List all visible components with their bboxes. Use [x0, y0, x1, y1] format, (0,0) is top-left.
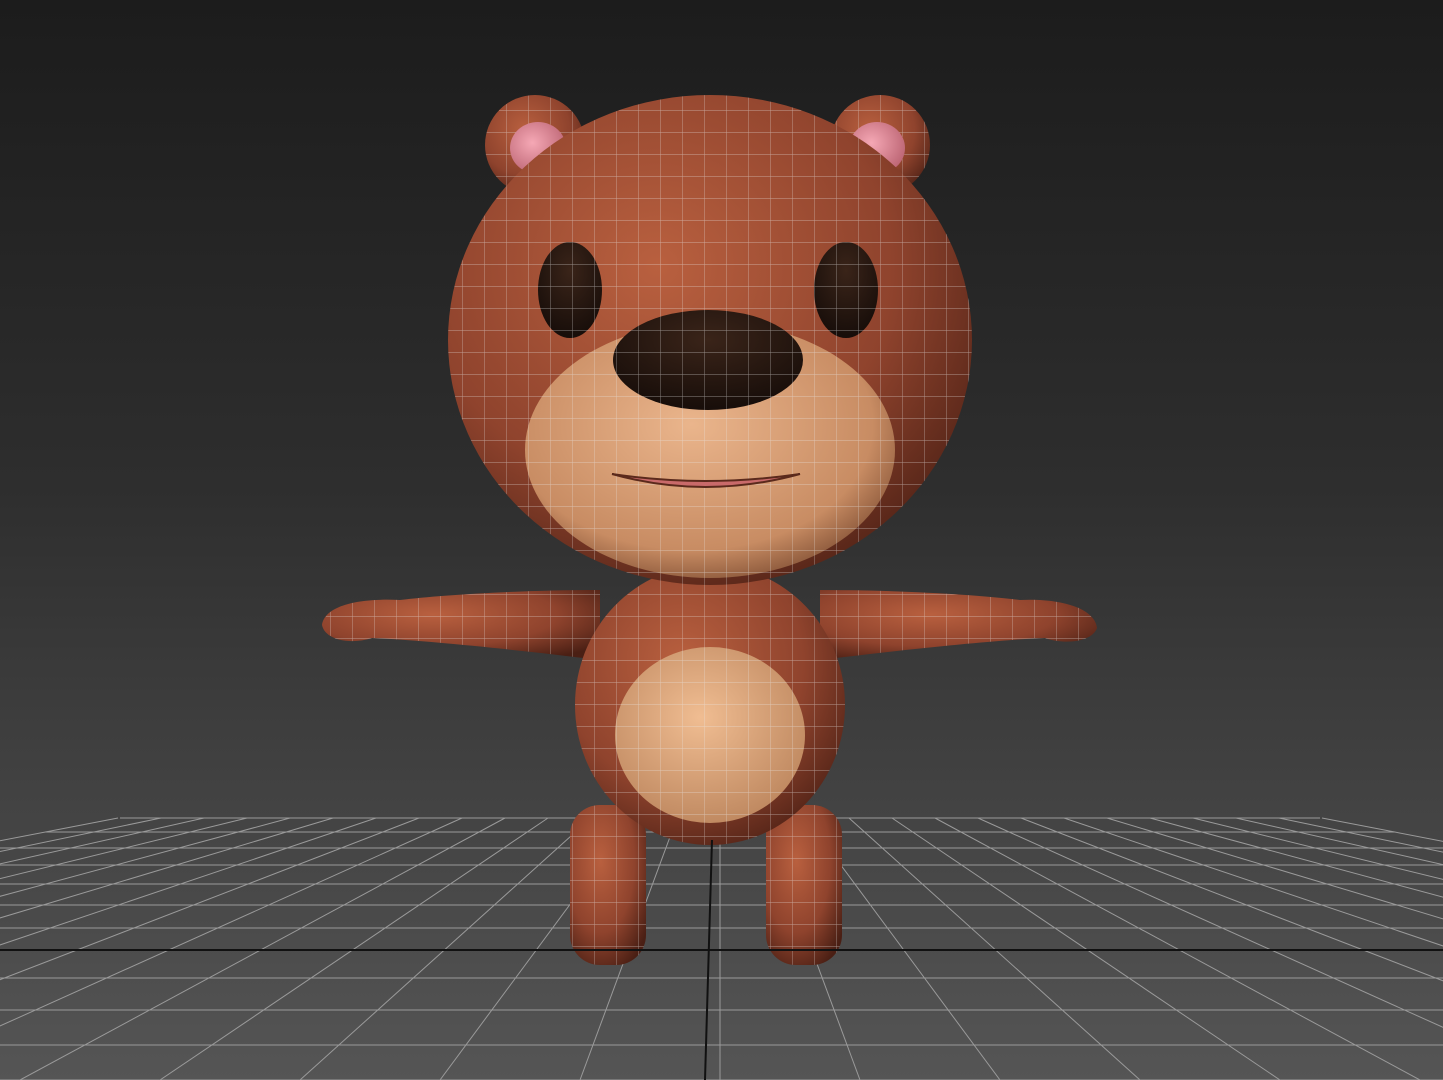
- bear-body: [575, 565, 845, 845]
- world-z-axis: [704, 839, 713, 1080]
- left-arm: [322, 590, 600, 660]
- left-leg: [570, 805, 646, 965]
- bear-model[interactable]: [322, 95, 1097, 965]
- right-leg: [766, 805, 842, 965]
- right-arm: [820, 590, 1097, 660]
- viewport-canvas[interactable]: [0, 0, 1443, 1080]
- bear-head: [448, 95, 972, 585]
- 3d-viewport[interactable]: [0, 0, 1443, 1080]
